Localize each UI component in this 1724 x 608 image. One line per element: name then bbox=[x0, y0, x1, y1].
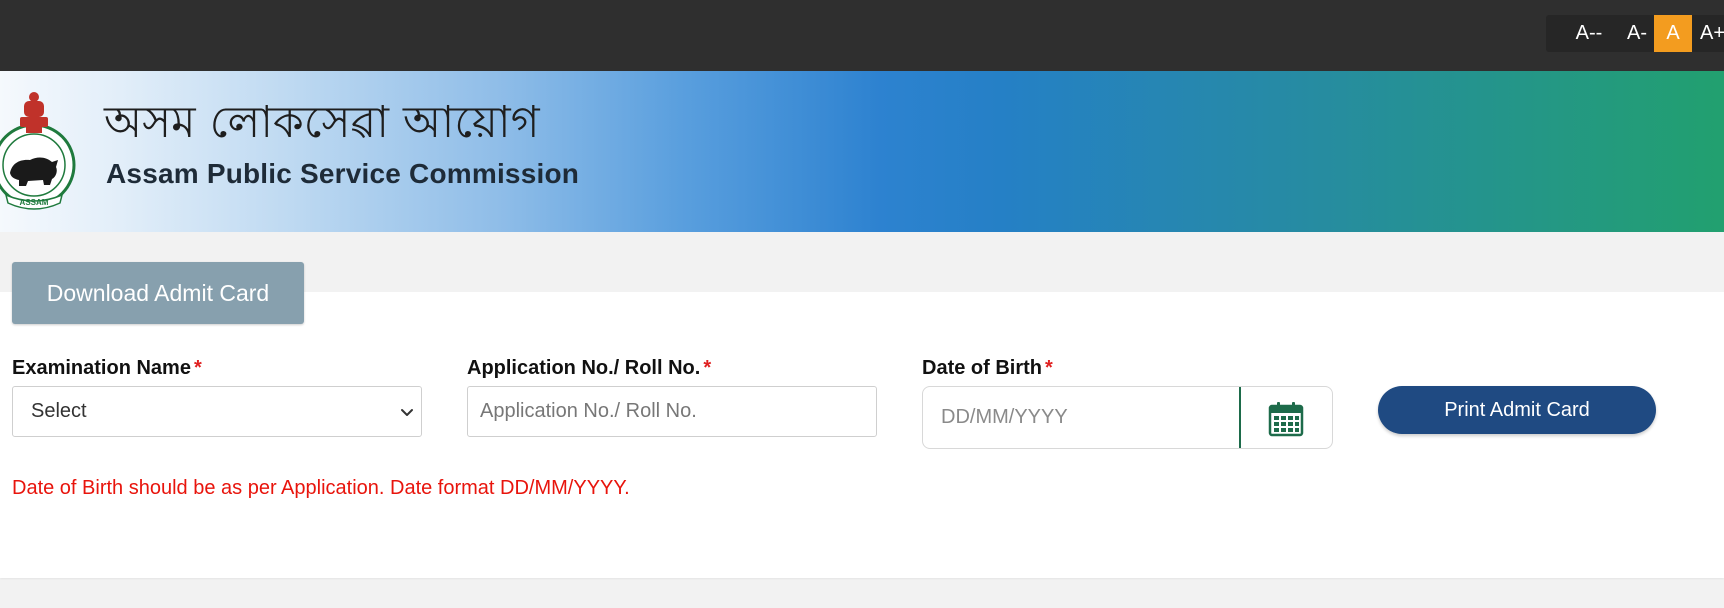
font-size-smaller-button[interactable]: A- bbox=[1616, 15, 1658, 52]
apsc-emblem-logo: ASSAM bbox=[0, 92, 76, 210]
calendar-icon bbox=[1268, 402, 1304, 437]
print-admit-card-button[interactable]: Print Admit Card bbox=[1378, 386, 1656, 434]
font-size-larger-button[interactable]: A+ bbox=[1694, 15, 1724, 52]
exam-name-label-text: Examination Name bbox=[12, 357, 191, 379]
header-banner: ASSAM অসম লোকসেৱা আয়োগ Assam Public Ser… bbox=[0, 71, 1724, 232]
exam-name-selected-value: Select bbox=[31, 400, 87, 422]
required-marker: * bbox=[193, 357, 202, 379]
font-size-controls: A-- A- A A+ bbox=[1546, 15, 1724, 52]
dob-format-hint: Date of Birth should be as per Applicati… bbox=[12, 477, 630, 499]
calendar-picker-button[interactable] bbox=[1241, 387, 1332, 448]
dob-input[interactable] bbox=[923, 387, 1239, 448]
dob-label: Date of Birth * bbox=[922, 357, 1053, 380]
dob-label-text: Date of Birth bbox=[922, 357, 1042, 379]
required-marker: * bbox=[703, 357, 712, 379]
dob-input-group bbox=[922, 386, 1333, 449]
exam-name-select[interactable]: Select bbox=[12, 386, 422, 437]
commission-title-english: Assam Public Service Commission bbox=[106, 158, 580, 189]
exam-name-label: Examination Name * bbox=[12, 357, 202, 380]
application-no-input[interactable] bbox=[467, 386, 877, 437]
download-admit-card-tab[interactable]: Download Admit Card bbox=[12, 262, 304, 324]
commission-title-assamese: অসম লোকসেৱা আয়োগ bbox=[104, 97, 540, 148]
application-no-label-text: Application No./ Roll No. bbox=[467, 357, 701, 379]
application-no-label: Application No./ Roll No. * bbox=[467, 357, 711, 380]
font-size-normal-button[interactable]: A bbox=[1654, 15, 1692, 52]
svg-text:ASSAM: ASSAM bbox=[20, 198, 49, 207]
chevron-down-icon bbox=[401, 409, 413, 416]
required-marker: * bbox=[1045, 357, 1053, 379]
top-bar: A-- A- A A+ bbox=[0, 0, 1724, 71]
font-size-smallest-button[interactable]: A-- bbox=[1566, 15, 1612, 52]
